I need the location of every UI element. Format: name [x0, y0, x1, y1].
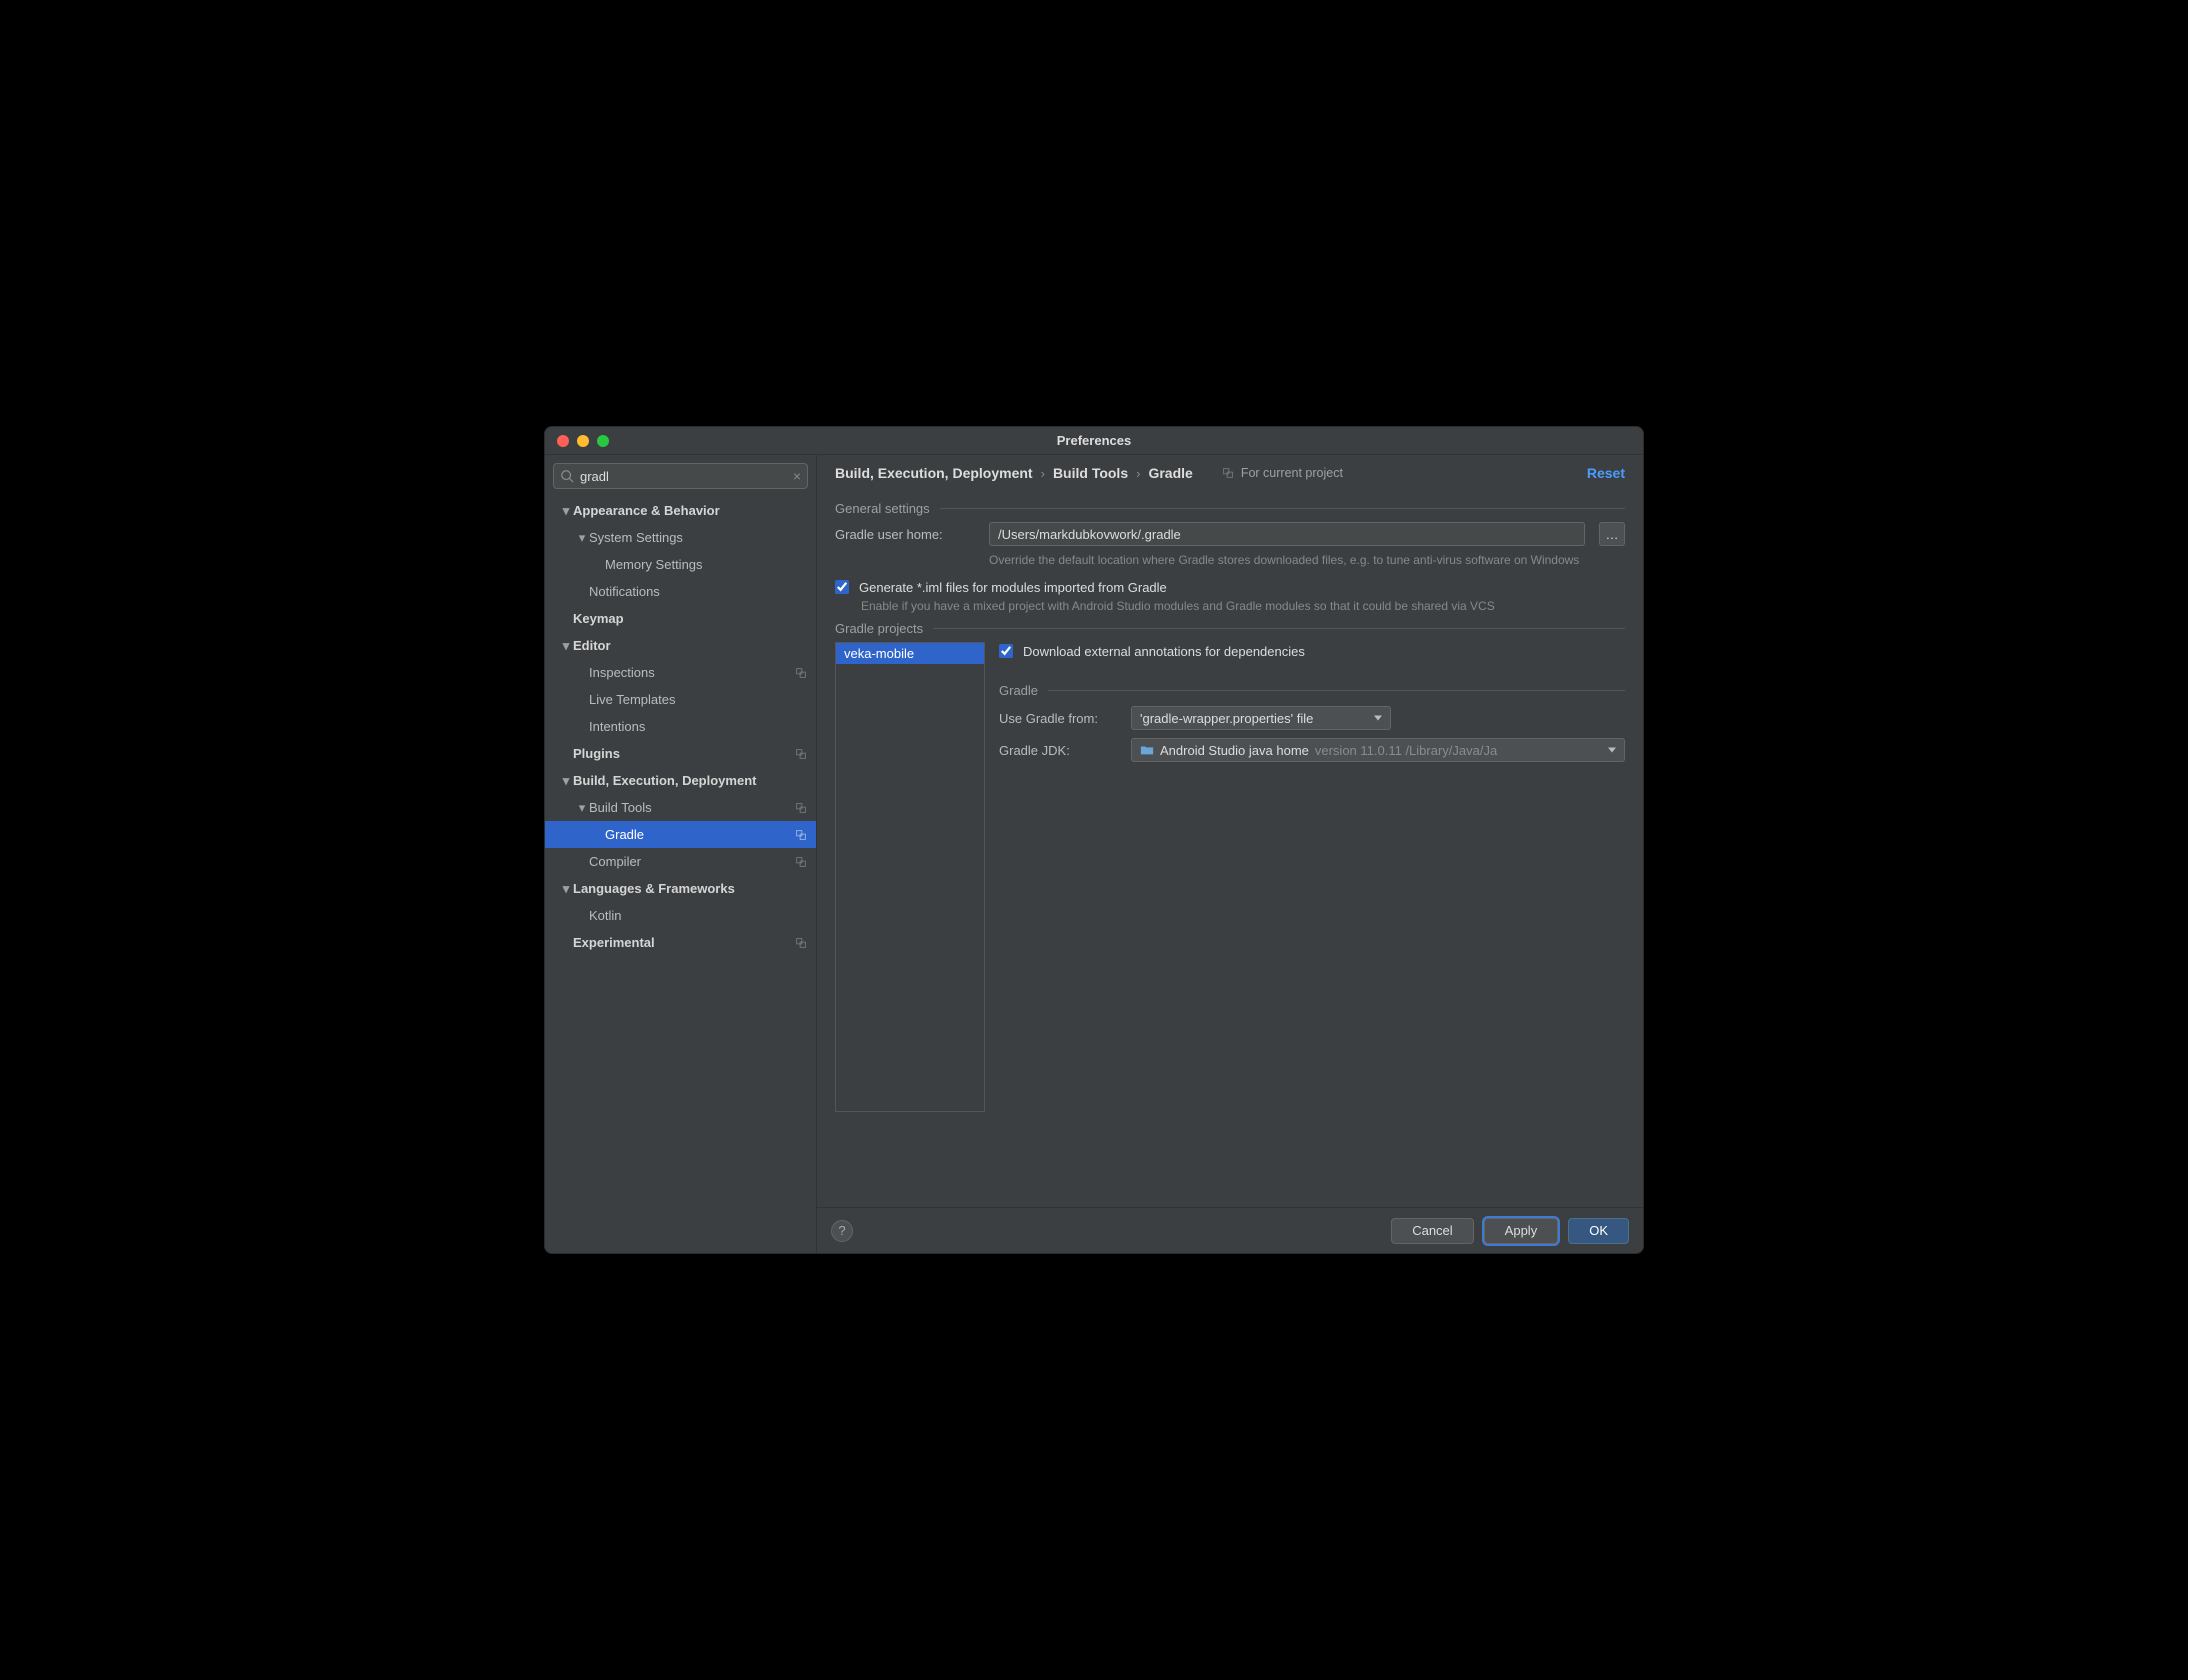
section-general-title: General settings	[835, 501, 930, 516]
settings-tree[interactable]: ▾Appearance & Behavior ▾System Settings …	[545, 495, 816, 1253]
tree-keymap[interactable]: Keymap	[545, 605, 816, 632]
project-scope-icon	[794, 666, 808, 680]
tree-memory-settings[interactable]: Memory Settings	[545, 551, 816, 578]
crumb-build-tools[interactable]: Build Tools	[1053, 465, 1128, 481]
use-gradle-from-dropdown[interactable]: 'gradle-wrapper.properties' file	[1131, 706, 1391, 730]
project-scope-icon	[794, 828, 808, 842]
apply-button[interactable]: Apply	[1484, 1218, 1559, 1244]
tree-build-tools[interactable]: ▾Build Tools	[545, 794, 816, 821]
gradle-projects-list[interactable]: veka-mobile	[835, 642, 985, 1112]
tree-kotlin[interactable]: Kotlin	[545, 902, 816, 929]
cancel-button[interactable]: Cancel	[1391, 1218, 1473, 1244]
main-panel: Build, Execution, Deployment › Build Too…	[817, 455, 1643, 1253]
download-annotations-label[interactable]: Download external annotations for depend…	[1023, 644, 1305, 659]
crumb-bed[interactable]: Build, Execution, Deployment	[835, 465, 1033, 481]
gradle-user-home-input[interactable]	[989, 522, 1585, 546]
zoom-window-button[interactable]	[597, 435, 609, 447]
project-scope-icon	[794, 801, 808, 815]
project-scope-icon	[794, 747, 808, 761]
minimize-window-button[interactable]	[577, 435, 589, 447]
tree-build-execution-deployment[interactable]: ▾Build, Execution, Deployment	[545, 767, 816, 794]
section-gradle-title: Gradle	[999, 683, 1038, 698]
tree-plugins[interactable]: Plugins	[545, 740, 816, 767]
tree-live-templates[interactable]: Live Templates	[545, 686, 816, 713]
chevron-right-icon: ›	[1136, 466, 1140, 481]
generate-iml-checkbox[interactable]	[835, 580, 849, 594]
crumb-gradle: Gradle	[1148, 465, 1192, 481]
tree-notifications[interactable]: Notifications	[545, 578, 816, 605]
generate-iml-hint: Enable if you have a mixed project with …	[861, 599, 1625, 613]
preferences-window: Preferences × ▾Appearance & Behavior ▾Sy…	[544, 426, 1644, 1254]
help-button[interactable]: ?	[831, 1220, 853, 1242]
window-title: Preferences	[545, 433, 1643, 448]
scope-label: For current project	[1241, 466, 1343, 480]
tree-editor[interactable]: ▾Editor	[545, 632, 816, 659]
use-gradle-from-value: 'gradle-wrapper.properties' file	[1140, 711, 1313, 726]
scope-indicator: For current project	[1221, 466, 1343, 480]
breadcrumb: Build, Execution, Deployment › Build Too…	[817, 455, 1643, 489]
ok-button[interactable]: OK	[1568, 1218, 1629, 1244]
search-field[interactable]: ×	[553, 463, 808, 489]
project-scope-icon	[794, 936, 808, 950]
download-annotations-checkbox[interactable]	[999, 644, 1013, 658]
browse-button[interactable]: …	[1599, 522, 1625, 546]
gradle-jdk-dropdown[interactable]: Android Studio java home version 11.0.11…	[1131, 738, 1625, 762]
gradle-user-home-hint: Override the default location where Grad…	[989, 552, 1625, 568]
tree-inspections[interactable]: Inspections	[545, 659, 816, 686]
section-projects-title: Gradle projects	[835, 621, 923, 636]
tree-appearance-behavior[interactable]: ▾Appearance & Behavior	[545, 497, 816, 524]
gradle-project-item[interactable]: veka-mobile	[836, 643, 984, 664]
folder-icon	[1140, 743, 1154, 757]
tree-experimental[interactable]: Experimental	[545, 929, 816, 956]
tree-languages-frameworks[interactable]: ▾Languages & Frameworks	[545, 875, 816, 902]
project-scope-icon	[794, 855, 808, 869]
tree-compiler[interactable]: Compiler	[545, 848, 816, 875]
gradle-jdk-label: Gradle JDK:	[999, 743, 1117, 758]
use-gradle-from-label: Use Gradle from:	[999, 711, 1117, 726]
clear-search-button[interactable]: ×	[793, 468, 801, 484]
close-window-button[interactable]	[557, 435, 569, 447]
tree-system-settings[interactable]: ▾System Settings	[545, 524, 816, 551]
tree-intentions[interactable]: Intentions	[545, 713, 816, 740]
chevron-right-icon: ›	[1041, 466, 1045, 481]
titlebar: Preferences	[545, 427, 1643, 455]
project-scope-icon	[1221, 466, 1235, 480]
search-input[interactable]	[574, 469, 793, 484]
gradle-user-home-label: Gradle user home:	[835, 527, 975, 542]
window-controls	[545, 435, 609, 447]
search-icon	[560, 469, 574, 483]
dialog-footer: ? Cancel Apply OK	[817, 1207, 1643, 1253]
sidebar: × ▾Appearance & Behavior ▾System Setting…	[545, 455, 817, 1253]
gradle-jdk-version: version 11.0.11 /Library/Java/Ja	[1315, 743, 1497, 758]
gradle-jdk-value: Android Studio java home	[1160, 743, 1309, 758]
generate-iml-label[interactable]: Generate *.iml files for modules importe…	[859, 580, 1167, 595]
tree-gradle[interactable]: Gradle	[545, 821, 816, 848]
reset-link[interactable]: Reset	[1587, 465, 1625, 481]
